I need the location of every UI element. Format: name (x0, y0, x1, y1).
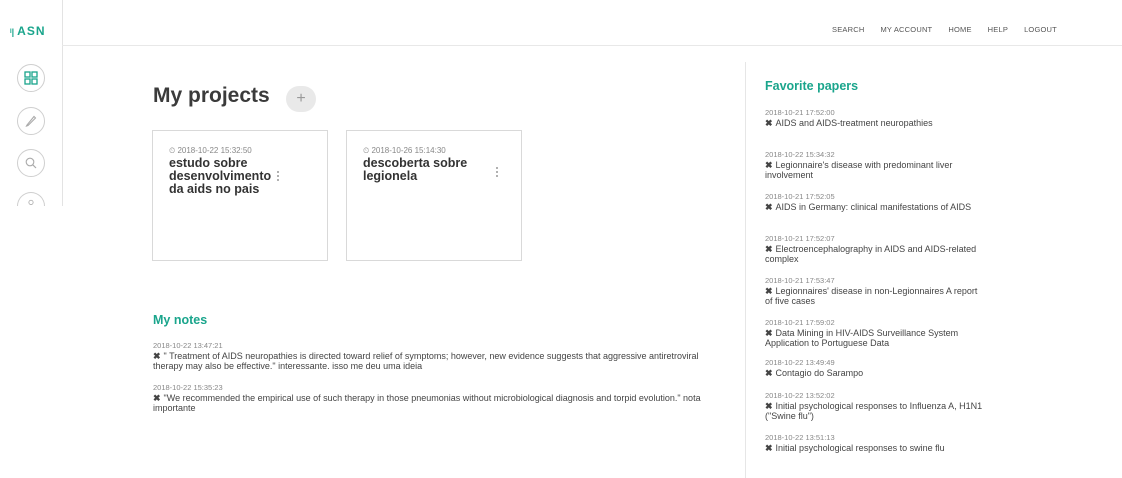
left-rail: ᴵ| ASN (0, 0, 63, 206)
project-date: ⏲ 2018-10-26 15:14:30 (363, 146, 446, 155)
remove-icon[interactable]: ✖ (765, 286, 773, 296)
favorite-body: ✖ AIDS and AIDS-treatment neuropathies (765, 118, 985, 129)
favorite-date: 2018-10-21 17:52:05 (765, 192, 835, 201)
top-nav: SEARCH MY ACCOUNT HOME HELP LOGOUT (832, 25, 1073, 34)
favorite-date: 2018-10-22 13:49:49 (765, 358, 835, 367)
kebab-menu-icon[interactable] (275, 169, 281, 183)
favorite-body: ✖ Legionnaires' disease in non-Legionnair… (765, 286, 985, 306)
remove-icon[interactable]: ✖ (765, 368, 773, 378)
project-title[interactable]: estudo sobre desenvolvimento da aids no … (169, 157, 287, 196)
nav-home[interactable]: HOME (948, 25, 971, 34)
favorite-date: 2018-10-21 17:59:02 (765, 318, 835, 327)
favorite-title[interactable]: AIDS in Germany: clinical manifestations… (776, 202, 972, 212)
note-item: 2018-10-22 13:47:21 ✖ " Treatment of AIDS… (153, 341, 728, 371)
kebab-menu-icon[interactable] (494, 165, 500, 179)
note-item: 2018-10-22 15:35:23 ✖ "We recommended the… (153, 383, 728, 413)
favorite-date: 2018-10-22 13:51:13 (765, 433, 835, 442)
remove-icon[interactable]: ✖ (765, 443, 773, 453)
favorite-date: 2018-10-21 17:52:00 (765, 108, 835, 117)
grid-icon (24, 71, 38, 85)
favorite-title[interactable]: Legionnaire's disease with predominant l… (765, 160, 952, 180)
note-date: 2018-10-22 15:35:23 (153, 383, 223, 392)
rail-settings-button[interactable] (17, 192, 45, 206)
top-bar: SEARCH MY ACCOUNT HOME HELP LOGOUT (62, 0, 1122, 46)
note-body: ✖ "We recommended the empirical use of su… (153, 393, 728, 413)
favorite-title[interactable]: AIDS and AIDS-treatment neuropathies (776, 118, 933, 128)
rail-search-button[interactable] (17, 149, 45, 177)
favorite-item: 2018-10-22 13:51:13 ✖ Initial psychologic… (765, 433, 985, 454)
favorite-body: ✖ Legionnaire's disease with predominant … (765, 160, 985, 180)
favorite-body: ✖ Initial psychological responses to Infl… (765, 401, 985, 421)
project-card[interactable]: ⏲ 2018-10-22 15:32:50 estudo sobre desen… (152, 130, 328, 261)
remove-icon[interactable]: ✖ (765, 202, 773, 212)
favorites-heading: Favorite papers (765, 79, 859, 93)
remove-icon[interactable]: ✖ (765, 160, 773, 170)
favorite-body: ✖ Electroencephalography in AIDS and AIDS… (765, 244, 985, 264)
notes-heading: My notes (153, 313, 208, 327)
favorite-item: 2018-10-21 17:53:47 ✖ Legionnaires' disea… (765, 276, 985, 306)
favorite-title[interactable]: Electroencephalography in AIDS and AIDS-… (765, 244, 976, 264)
favorite-date: 2018-10-22 13:52:02 (765, 391, 835, 400)
remove-icon[interactable]: ✖ (765, 401, 773, 411)
rail-edit-button[interactable] (17, 107, 45, 135)
favorite-title[interactable]: Data Mining in HIV-AIDS Surveillance Sys… (765, 328, 958, 348)
logo-mark: ᴵ| (10, 27, 15, 37)
note-body: ✖ " Treatment of AIDS neuropathies is dir… (153, 351, 728, 371)
favorite-title[interactable]: Initial psychological responses to Influ… (765, 401, 982, 421)
projects-heading: My projects (153, 84, 270, 107)
remove-icon[interactable]: ✖ (153, 351, 161, 361)
favorite-item: 2018-10-21 17:59:02 ✖ Data Mining in HIV-… (765, 318, 985, 348)
favorite-item: 2018-10-21 17:52:05 ✖ AIDS in Germany: cl… (765, 192, 985, 213)
favorite-date: 2018-10-21 17:53:47 (765, 276, 835, 285)
favorite-body: ✖ Contagio do Sarampo (765, 368, 985, 379)
favorite-title[interactable]: Initial psychological responses to swine… (776, 443, 945, 453)
pencil-icon (25, 115, 37, 127)
favorite-item: 2018-10-21 17:52:00 ✖ AIDS and AIDS-treat… (765, 108, 985, 129)
favorite-title[interactable]: Contagio do Sarampo (776, 368, 864, 378)
note-text: " Treatment of AIDS neuropathies is dire… (153, 351, 699, 371)
gear-icon (28, 199, 34, 205)
project-date: ⏲ 2018-10-22 15:32:50 (169, 146, 252, 155)
note-date: 2018-10-22 13:47:21 (153, 341, 223, 350)
remove-icon[interactable]: ✖ (765, 118, 773, 128)
favorite-date: 2018-10-21 17:52:07 (765, 234, 835, 243)
project-card[interactable]: ⏲ 2018-10-26 15:14:30 descoberta sobre l… (346, 130, 522, 261)
search-icon (25, 157, 37, 169)
favorite-item: 2018-10-22 13:49:49 ✖ Contagio do Sarampo (765, 358, 985, 379)
favorite-item: 2018-10-21 17:52:07 ✖ Electroencephalogra… (765, 234, 985, 264)
nav-search[interactable]: SEARCH (832, 25, 864, 34)
favorite-item: 2018-10-22 13:52:02 ✖ Initial psychologic… (765, 391, 985, 421)
app-logo[interactable]: ᴵ| ASN (10, 24, 46, 38)
remove-icon[interactable]: ✖ (765, 328, 773, 338)
favorite-title[interactable]: Legionnaires' disease in non-Legionnaire… (765, 286, 977, 306)
nav-my-account[interactable]: MY ACCOUNT (880, 25, 932, 34)
logo-text: ASN (17, 24, 46, 38)
nav-help[interactable]: HELP (988, 25, 1008, 34)
favorite-body: ✖ Initial psychological responses to swin… (765, 443, 985, 454)
favorite-date: 2018-10-22 15:34:32 (765, 150, 835, 159)
column-divider (745, 62, 746, 478)
project-title[interactable]: descoberta sobre legionela (363, 157, 481, 183)
rail-dashboard-button[interactable] (17, 64, 45, 92)
nav-logout[interactable]: LOGOUT (1024, 25, 1057, 34)
add-project-button[interactable]: + (286, 86, 316, 112)
favorite-body: ✖ AIDS in Germany: clinical manifestation… (765, 202, 985, 213)
favorite-body: ✖ Data Mining in HIV-AIDS Surveillance Sy… (765, 328, 985, 348)
remove-icon[interactable]: ✖ (153, 393, 161, 403)
note-text: "We recommended the empirical use of suc… (153, 393, 701, 413)
favorite-item: 2018-10-22 15:34:32 ✖ Legionnaire's disea… (765, 150, 985, 180)
remove-icon[interactable]: ✖ (765, 244, 773, 254)
